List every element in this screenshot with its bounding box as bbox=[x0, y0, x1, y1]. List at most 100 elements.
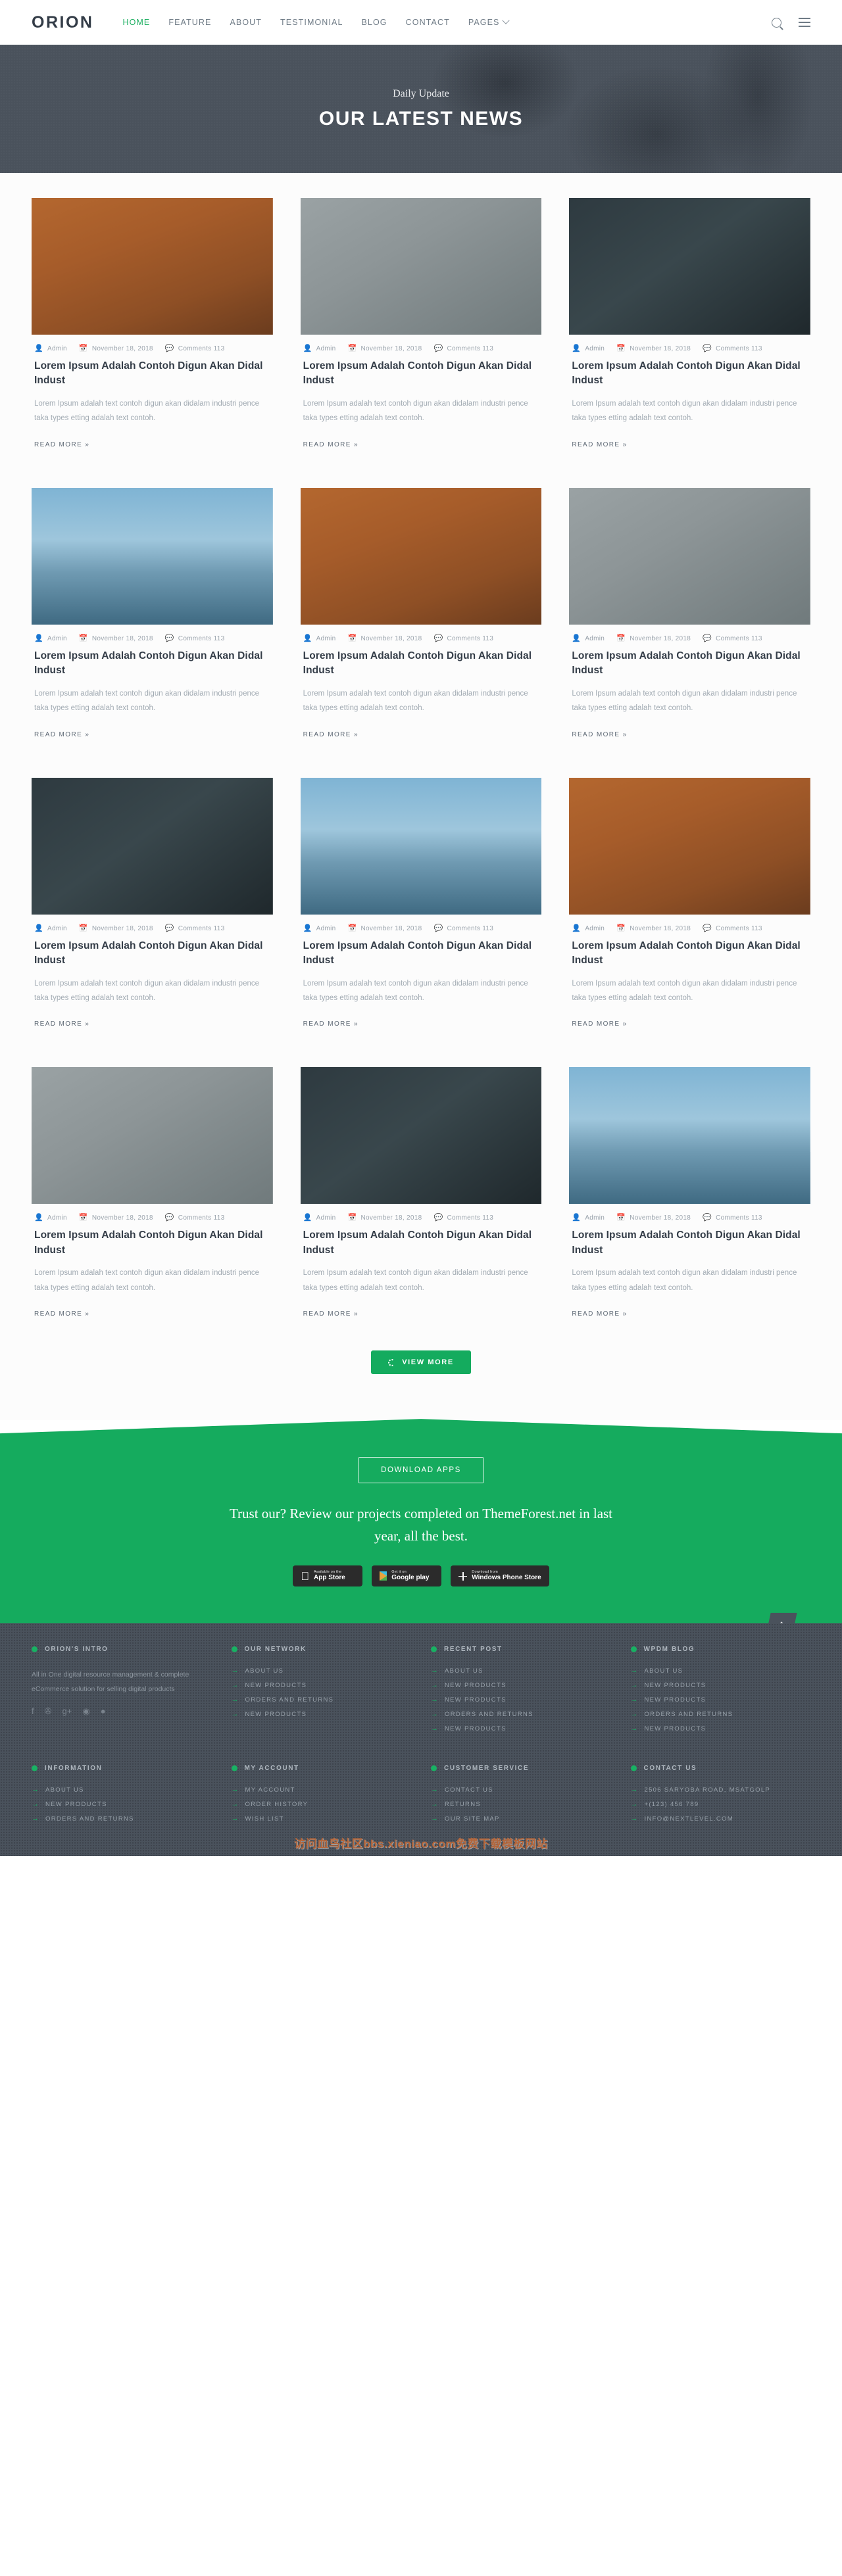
blog-post-card[interactable]: 👤 Admin 📅 November 18, 2018 💬 Comments 1… bbox=[569, 777, 810, 1041]
read-more-link[interactable]: READ MORE » bbox=[572, 1310, 627, 1331]
post-thumbnail[interactable] bbox=[32, 777, 273, 915]
post-thumbnail[interactable] bbox=[569, 198, 810, 335]
footer-link[interactable]: RETURNS bbox=[445, 1801, 481, 1808]
post-thumbnail[interactable] bbox=[32, 487, 273, 625]
post-thumbnail[interactable] bbox=[300, 487, 542, 625]
post-title[interactable]: Lorem Ipsum Adalah Contoh Digun Akan Did… bbox=[34, 939, 270, 968]
read-more-link[interactable]: READ MORE » bbox=[34, 1310, 89, 1331]
post-title[interactable]: Lorem Ipsum Adalah Contoh Digun Akan Did… bbox=[303, 649, 539, 679]
footer-link[interactable]: NEW PRODUCTS bbox=[245, 1711, 307, 1718]
post-thumbnail[interactable] bbox=[569, 777, 810, 915]
post-title[interactable]: Lorem Ipsum Adalah Contoh Digun Akan Did… bbox=[34, 359, 270, 389]
post-date: 📅 November 18, 2018 bbox=[348, 924, 422, 932]
blog-post-card[interactable]: 👤 Admin 📅 November 18, 2018 💬 Comments 1… bbox=[569, 1067, 810, 1331]
footer-link[interactable]: NEW PRODUCTS bbox=[645, 1696, 706, 1704]
blog-post-card[interactable]: 👤 Admin 📅 November 18, 2018 💬 Comments 1… bbox=[300, 487, 542, 751]
post-thumbnail[interactable] bbox=[569, 1067, 810, 1205]
post-thumbnail[interactable] bbox=[300, 1067, 542, 1205]
footer-link[interactable]: +(123) 456 789 bbox=[645, 1801, 699, 1808]
store-badge-apple[interactable]:  Available on the App Store bbox=[293, 1565, 363, 1587]
footer-link[interactable]: NEW PRODUCTS bbox=[45, 1801, 107, 1808]
store-badge-windows[interactable]: Download from Windows Phone Store bbox=[451, 1565, 549, 1587]
footer-link[interactable]: 2506 SARYOBA ROAD, MSATGOLP bbox=[645, 1786, 771, 1794]
nav-link-home[interactable]: HOME bbox=[122, 18, 150, 27]
footer-link[interactable]: ABOUT US bbox=[245, 1667, 284, 1675]
read-more-link[interactable]: READ MORE » bbox=[34, 731, 89, 751]
footer-link[interactable]: ABOUT US bbox=[45, 1786, 84, 1794]
read-more-link[interactable]: READ MORE » bbox=[303, 441, 359, 462]
footer-link[interactable]: NEW PRODUCTS bbox=[445, 1696, 507, 1704]
read-more-link[interactable]: READ MORE » bbox=[572, 441, 627, 462]
blog-post-card[interactable]: 👤 Admin 📅 November 18, 2018 💬 Comments 1… bbox=[300, 777, 542, 1041]
blog-post-card[interactable]: 👤 Admin 📅 November 18, 2018 💬 Comments 1… bbox=[32, 198, 273, 462]
read-more-link[interactable]: READ MORE » bbox=[34, 1020, 89, 1041]
footer-link[interactable]: NEW PRODUCTS bbox=[445, 1725, 507, 1732]
blog-post-card[interactable]: 👤 Admin 📅 November 18, 2018 💬 Comments 1… bbox=[32, 1067, 273, 1331]
nav-link-blog[interactable]: BLOG bbox=[362, 18, 387, 27]
blog-post-card[interactable]: 👤 Admin 📅 November 18, 2018 💬 Comments 1… bbox=[32, 487, 273, 751]
read-more-link[interactable]: READ MORE » bbox=[572, 731, 627, 751]
brand-logo[interactable]: ORION bbox=[32, 13, 93, 32]
post-title[interactable]: Lorem Ipsum Adalah Contoh Digun Akan Did… bbox=[572, 1228, 808, 1258]
blog-post-card[interactable]: 👤 Admin 📅 November 18, 2018 💬 Comments 1… bbox=[300, 198, 542, 462]
github-icon[interactable]: ● bbox=[101, 1707, 106, 1715]
menu-button[interactable] bbox=[799, 18, 810, 27]
nav-link-about[interactable]: ABOUT bbox=[230, 18, 262, 27]
post-thumbnail[interactable] bbox=[300, 777, 542, 915]
post-title[interactable]: Lorem Ipsum Adalah Contoh Digun Akan Did… bbox=[572, 649, 808, 679]
footer-link[interactable]: NEW PRODUCTS bbox=[645, 1725, 706, 1732]
footer-link[interactable]: INFO@NEXTLEVEL.COM bbox=[645, 1815, 733, 1823]
post-title[interactable]: Lorem Ipsum Adalah Contoh Digun Akan Did… bbox=[303, 939, 539, 968]
read-more-link[interactable]: READ MORE » bbox=[572, 1020, 627, 1041]
facebook-icon[interactable]: f bbox=[32, 1707, 34, 1715]
footer-link[interactable]: OUR SITE MAP bbox=[445, 1815, 500, 1823]
download-apps-button[interactable]: DOWNLOAD APPS bbox=[358, 1457, 484, 1484]
user-icon: 👤 bbox=[34, 924, 43, 932]
dribbble-icon[interactable]: ◉ bbox=[82, 1707, 89, 1715]
nav-link-contact[interactable]: CONTACT bbox=[406, 18, 450, 27]
list-item: → ABOUT US bbox=[631, 1667, 811, 1675]
blog-post-card[interactable]: 👤 Admin 📅 November 18, 2018 💬 Comments 1… bbox=[569, 198, 810, 462]
blog-post-card[interactable]: 👤 Admin 📅 November 18, 2018 💬 Comments 1… bbox=[300, 1067, 542, 1331]
footer-link[interactable]: WISH LIST bbox=[245, 1815, 284, 1823]
post-thumbnail[interactable] bbox=[300, 198, 542, 335]
post-thumbnail[interactable] bbox=[32, 1067, 273, 1205]
footer-column-header: INFORMATION bbox=[32, 1765, 212, 1772]
footer-link[interactable]: ORDERS AND RETURNS bbox=[445, 1711, 533, 1718]
post-title[interactable]: Lorem Ipsum Adalah Contoh Digun Akan Did… bbox=[303, 1228, 539, 1258]
footer-link[interactable]: CONTACT US bbox=[445, 1786, 493, 1794]
footer-link[interactable]: ABOUT US bbox=[445, 1667, 483, 1675]
post-title[interactable]: Lorem Ipsum Adalah Contoh Digun Akan Did… bbox=[303, 359, 539, 389]
read-more-link[interactable]: READ MORE » bbox=[303, 731, 359, 751]
google-plus-icon[interactable]: g+ bbox=[62, 1707, 72, 1715]
footer-link[interactable]: ORDERS AND RETURNS bbox=[245, 1696, 334, 1704]
cta-headline: Trust our? Review our projects completed… bbox=[229, 1506, 613, 1544]
post-title[interactable]: Lorem Ipsum Adalah Contoh Digun Akan Did… bbox=[572, 939, 808, 968]
post-title[interactable]: Lorem Ipsum Adalah Contoh Digun Akan Did… bbox=[34, 649, 270, 679]
footer-link[interactable]: ORDERS AND RETURNS bbox=[645, 1711, 733, 1718]
blog-post-card[interactable]: 👤 Admin 📅 November 18, 2018 💬 Comments 1… bbox=[32, 777, 273, 1041]
footer-link[interactable]: NEW PRODUCTS bbox=[645, 1682, 706, 1689]
user-icon: 👤 bbox=[303, 345, 312, 352]
post-title[interactable]: Lorem Ipsum Adalah Contoh Digun Akan Did… bbox=[34, 1228, 270, 1258]
nav-link-feature[interactable]: FEATURE bbox=[168, 18, 211, 27]
footer-link[interactable]: ORDER HISTORY bbox=[245, 1801, 309, 1808]
nav-link-testimonial[interactable]: TESTIMONIAL bbox=[280, 18, 343, 27]
post-thumbnail[interactable] bbox=[569, 487, 810, 625]
footer-link[interactable]: ABOUT US bbox=[645, 1667, 683, 1675]
blog-post-card[interactable]: 👤 Admin 📅 November 18, 2018 💬 Comments 1… bbox=[569, 487, 810, 751]
read-more-link[interactable]: READ MORE » bbox=[303, 1310, 359, 1331]
view-more-button[interactable]: VIEW MORE bbox=[371, 1350, 471, 1375]
search-button[interactable] bbox=[772, 17, 781, 28]
nav-link-pages[interactable]: PAGES bbox=[468, 16, 510, 27]
read-more-link[interactable]: READ MORE » bbox=[34, 441, 89, 462]
read-more-link[interactable]: READ MORE » bbox=[303, 1020, 359, 1041]
footer-link[interactable]: NEW PRODUCTS bbox=[245, 1682, 307, 1689]
post-title[interactable]: Lorem Ipsum Adalah Contoh Digun Akan Did… bbox=[572, 359, 808, 389]
footer-link[interactable]: MY ACCOUNT bbox=[245, 1786, 295, 1794]
footer-link[interactable]: NEW PRODUCTS bbox=[445, 1682, 507, 1689]
store-badge-google-play[interactable]: Get it on Google play bbox=[372, 1565, 442, 1587]
twitter-icon[interactable]: ✇ bbox=[45, 1707, 52, 1715]
footer-link[interactable]: ORDERS AND RETURNS bbox=[45, 1815, 134, 1823]
post-thumbnail[interactable] bbox=[32, 198, 273, 335]
